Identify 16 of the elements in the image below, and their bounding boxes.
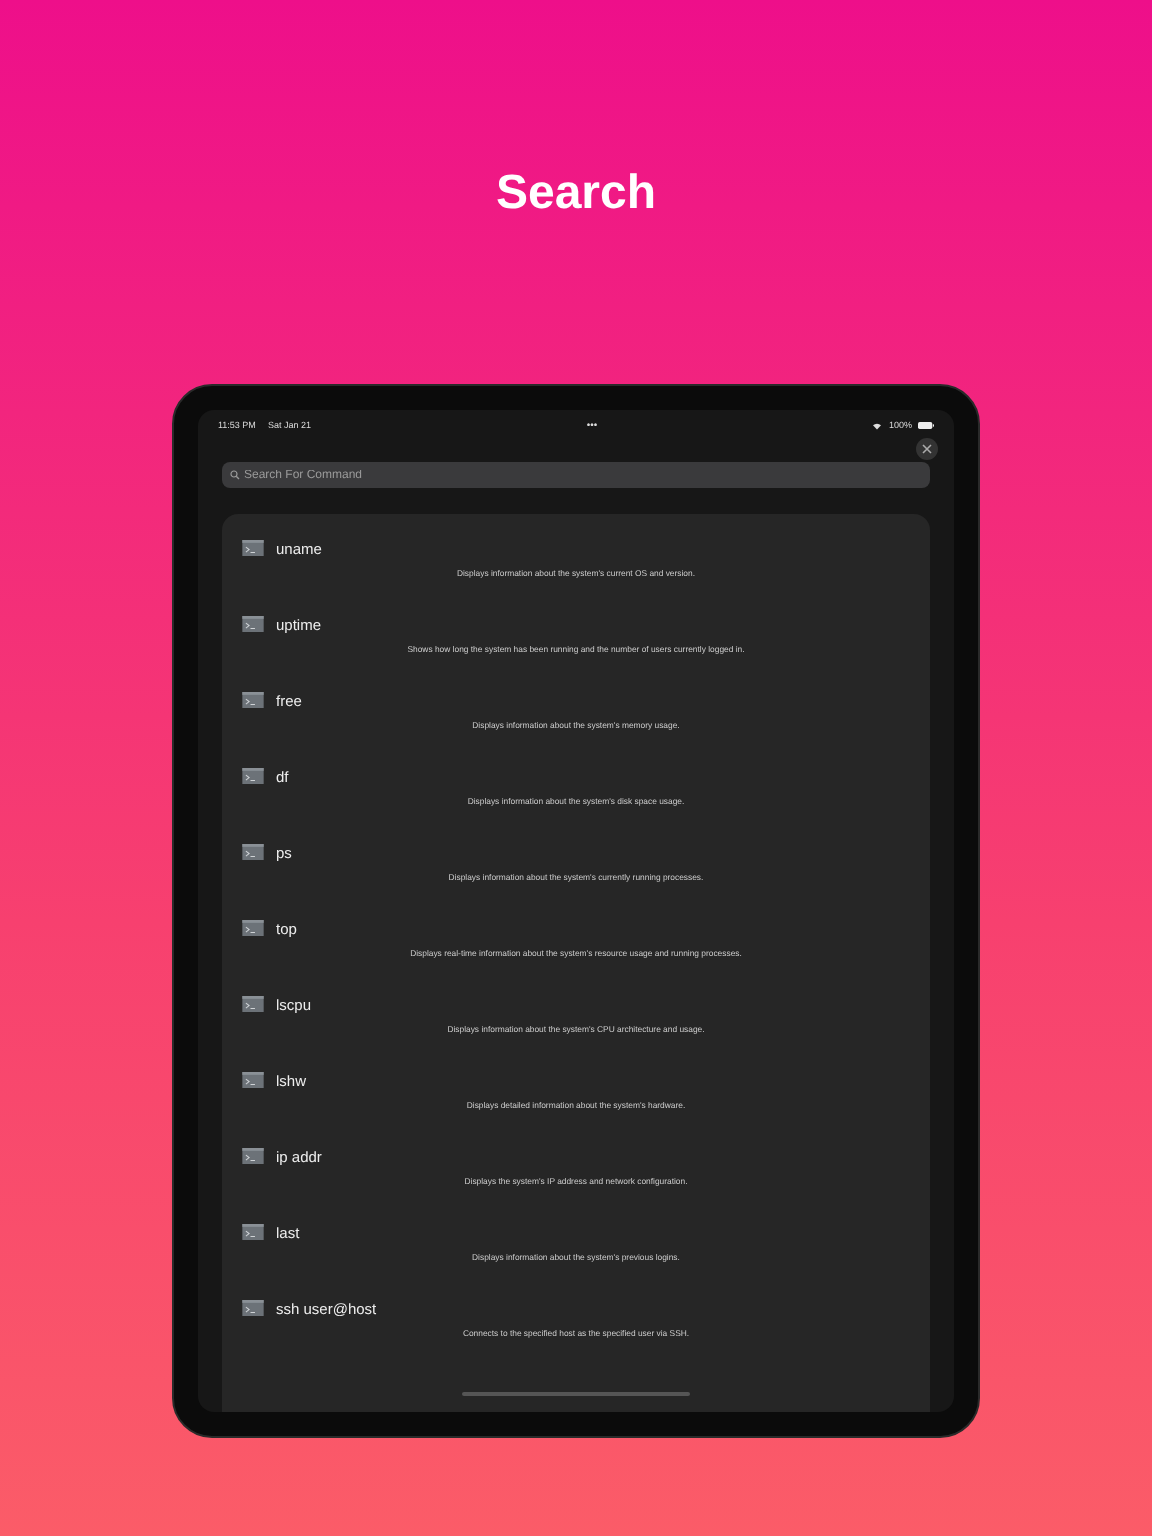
terminal-icon	[242, 920, 264, 936]
terminal-icon	[242, 540, 264, 556]
terminal-icon	[242, 768, 264, 784]
terminal-icon	[242, 1300, 264, 1316]
close-button[interactable]	[916, 438, 938, 460]
terminal-icon	[242, 1072, 264, 1088]
terminal-icon	[242, 692, 264, 708]
terminal-icon	[242, 1148, 264, 1164]
headline: Search	[495, 164, 657, 224]
terminal-icon	[242, 616, 264, 632]
close-icon	[922, 444, 932, 454]
battery-icon	[917, 422, 934, 430]
terminal-icon	[242, 996, 264, 1012]
terminal-icon	[242, 1224, 264, 1240]
terminal-icon	[242, 844, 264, 860]
wifi-icon	[872, 422, 883, 430]
